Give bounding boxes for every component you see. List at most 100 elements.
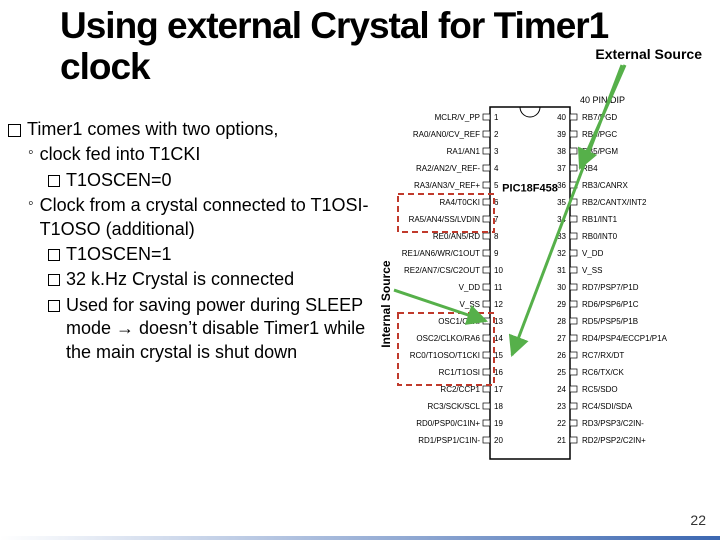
svg-text:RA0/AN0/CV_REF: RA0/AN0/CV_REF <box>413 130 480 139</box>
square-bullet-icon <box>48 274 60 286</box>
svg-text:V_SS: V_SS <box>582 266 602 275</box>
svg-text:4: 4 <box>494 164 499 173</box>
svg-text:RC4/SDI/SDA: RC4/SDI/SDA <box>582 402 633 411</box>
svg-text:RB6/PGC: RB6/PGC <box>582 130 617 139</box>
page-number: 22 <box>690 512 706 528</box>
slide-title: Using external Crystal for Timer1 clock <box>60 6 650 87</box>
svg-text:V_DD: V_DD <box>582 249 604 258</box>
svg-text:5: 5 <box>494 181 499 190</box>
svg-text:RE2/AN7/CS/C2OUT: RE2/AN7/CS/C2OUT <box>404 266 480 275</box>
svg-text:2: 2 <box>494 130 499 139</box>
svg-text:RC6/TX/CK: RC6/TX/CK <box>582 368 624 377</box>
svg-text:36: 36 <box>557 181 566 190</box>
svg-text:16: 16 <box>494 368 503 377</box>
svg-text:18: 18 <box>494 402 503 411</box>
text: T1OSCEN=1 <box>66 243 172 266</box>
svg-text:21: 21 <box>557 436 566 445</box>
svg-text:40: 40 <box>557 113 566 122</box>
bullet-level2: 32 k.Hz Crystal is connected <box>8 268 388 291</box>
text: 32 k.Hz Crystal is connected <box>66 268 294 291</box>
svg-text:40 PIN DIP: 40 PIN DIP <box>580 95 625 105</box>
slide: Using external Crystal for Timer1 clock … <box>0 0 720 540</box>
circle-bullet-icon: ◦ <box>28 194 34 241</box>
svg-text:RC1/T1OSI: RC1/T1OSI <box>439 368 480 377</box>
svg-text:28: 28 <box>557 317 566 326</box>
svg-text:RB1/INT1: RB1/INT1 <box>582 215 618 224</box>
svg-text:RD4/PSP4/ECCP1/P1A: RD4/PSP4/ECCP1/P1A <box>582 334 668 343</box>
svg-text:38: 38 <box>557 147 566 156</box>
internal-source-label: Internal Source <box>379 260 393 348</box>
svg-text:RD1/PSP1/C1IN-: RD1/PSP1/C1IN- <box>418 436 480 445</box>
bullet-level1: ◦ clock fed into T1CKI <box>8 143 388 166</box>
svg-text:26: 26 <box>557 351 566 360</box>
svg-text:11: 11 <box>494 283 503 292</box>
svg-text:8: 8 <box>494 232 499 241</box>
bullet-level2: T1OSCEN=1 <box>8 243 388 266</box>
svg-text:25: 25 <box>557 368 566 377</box>
svg-text:V_DD: V_DD <box>459 283 481 292</box>
svg-text:17: 17 <box>494 385 503 394</box>
svg-text:24: 24 <box>557 385 566 394</box>
svg-text:RD6/PSP6/P1C: RD6/PSP6/P1C <box>582 300 639 309</box>
svg-text:RB3/CANRX: RB3/CANRX <box>582 181 628 190</box>
svg-text:V_SS: V_SS <box>460 300 480 309</box>
svg-text:RA4/T0CKI: RA4/T0CKI <box>440 198 480 207</box>
svg-text:29: 29 <box>557 300 566 309</box>
svg-text:RD3/PSP3/C2IN-: RD3/PSP3/C2IN- <box>582 419 644 428</box>
svg-text:12: 12 <box>494 300 503 309</box>
bullet-level0: Timer1 comes with two options, <box>8 118 388 141</box>
text: Used for saving power during SLEEP mode … <box>66 294 388 364</box>
bullet-level2: T1OSCEN=0 <box>8 169 388 192</box>
svg-text:39: 39 <box>557 130 566 139</box>
svg-text:RE1/AN6/WR/C1OUT: RE1/AN6/WR/C1OUT <box>402 249 480 258</box>
svg-text:RD7/PSP7/P1D: RD7/PSP7/P1D <box>582 283 639 292</box>
svg-text:MCLR/V_PP: MCLR/V_PP <box>435 113 480 122</box>
svg-text:30: 30 <box>557 283 566 292</box>
external-source-label: External Source <box>595 46 702 62</box>
circle-bullet-icon: ◦ <box>28 143 34 166</box>
svg-text:23: 23 <box>557 402 566 411</box>
svg-text:RB0/INT0: RB0/INT0 <box>582 232 618 241</box>
square-bullet-icon <box>48 300 60 312</box>
svg-text:RA2/AN2/V_REF-: RA2/AN2/V_REF- <box>416 164 480 173</box>
svg-text:RC7/RX/DT: RC7/RX/DT <box>582 351 624 360</box>
svg-text:14: 14 <box>494 334 503 343</box>
text: Clock from a crystal connected to T1OSI-… <box>40 194 388 241</box>
bullet-level1: ◦ Clock from a crystal connected to T1OS… <box>8 194 388 241</box>
svg-text:RE0/AN5/RD: RE0/AN5/RD <box>433 232 480 241</box>
svg-text:RC2/CCP1: RC2/CCP1 <box>440 385 480 394</box>
svg-text:OSC2/CLKO/RA6: OSC2/CLKO/RA6 <box>416 334 480 343</box>
text: clock fed into T1CKI <box>40 143 201 166</box>
chip-svg: 40 PIN DIP1MCLR/V_PP40RB7/PGD2RA0/AN0/CV… <box>370 95 700 475</box>
text: Timer1 comes with two options, <box>27 118 278 141</box>
svg-text:22: 22 <box>557 419 566 428</box>
svg-text:RC3/SCK/SCL: RC3/SCK/SCL <box>428 402 481 411</box>
svg-text:RC0/T1OSO/T1CKI: RC0/T1OSO/T1CKI <box>410 351 480 360</box>
svg-text:35: 35 <box>557 198 566 207</box>
svg-text:RD5/PSP5/P1B: RD5/PSP5/P1B <box>582 317 638 326</box>
square-bullet-icon <box>48 249 60 261</box>
square-bullet-icon <box>48 175 60 187</box>
svg-text:13: 13 <box>494 317 503 326</box>
svg-text:15: 15 <box>494 351 503 360</box>
footer-gradient <box>0 536 720 540</box>
svg-text:RD2/PSP2/C2IN+: RD2/PSP2/C2IN+ <box>582 436 646 445</box>
svg-text:RA5/AN4/SS/LVDIN: RA5/AN4/SS/LVDIN <box>409 215 481 224</box>
body-text: Timer1 comes with two options, ◦ clock f… <box>8 118 388 366</box>
svg-text:31: 31 <box>557 266 566 275</box>
bullet-level2: Used for saving power during SLEEP mode … <box>8 294 388 364</box>
chip-diagram: 40 PIN DIP1MCLR/V_PP40RB7/PGD2RA0/AN0/CV… <box>370 95 700 475</box>
svg-text:PIC18F458: PIC18F458 <box>502 182 558 194</box>
svg-text:3: 3 <box>494 147 499 156</box>
svg-text:20: 20 <box>494 436 503 445</box>
svg-text:RD0/PSP0/C1IN+: RD0/PSP0/C1IN+ <box>416 419 480 428</box>
text: T1OSCEN=0 <box>66 169 172 192</box>
svg-text:1: 1 <box>494 113 499 122</box>
svg-text:RA3/AN3/V_REF+: RA3/AN3/V_REF+ <box>414 181 480 190</box>
svg-text:RB2/CANTX/INT2: RB2/CANTX/INT2 <box>582 198 647 207</box>
square-bullet-icon <box>8 124 21 137</box>
svg-text:10: 10 <box>494 266 503 275</box>
svg-text:RA1/AN1: RA1/AN1 <box>447 147 481 156</box>
svg-text:9: 9 <box>494 249 499 258</box>
svg-text:37: 37 <box>557 164 566 173</box>
